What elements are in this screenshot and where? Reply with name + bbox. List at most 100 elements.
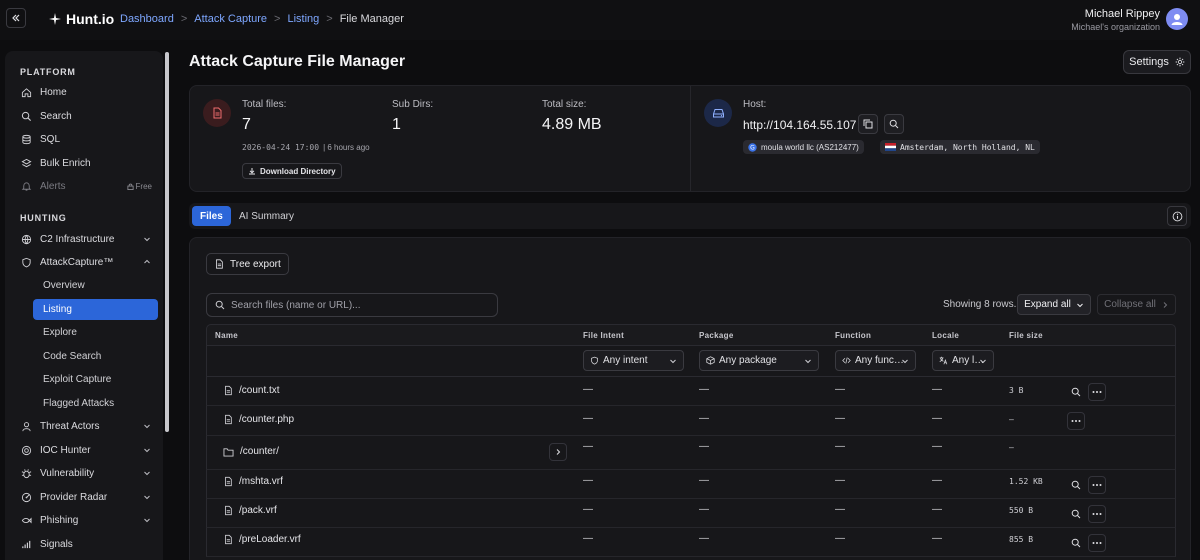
- search-host-button[interactable]: [884, 114, 904, 134]
- sidebar-subitem-explore[interactable]: Explore: [33, 322, 158, 343]
- expand-all-label: Expand all: [1024, 299, 1071, 310]
- search-file-button[interactable]: [1067, 476, 1085, 494]
- chevron-down-icon: [670, 359, 676, 364]
- asn-tag[interactable]: G moula world llc (AS212477): [743, 140, 864, 154]
- file-search-box[interactable]: [206, 293, 498, 317]
- expand-all-button[interactable]: Expand all: [1017, 294, 1091, 315]
- sidebar-scrollbar[interactable]: [165, 52, 169, 432]
- intent-cell: —: [583, 533, 593, 544]
- column-header-locale[interactable]: Locale: [932, 331, 959, 340]
- search-file-button[interactable]: [1067, 383, 1085, 401]
- breadcrumb-attack-capture[interactable]: Attack Capture: [194, 13, 267, 25]
- locale-cell: —: [932, 475, 942, 486]
- tab-ai-summary[interactable]: AI Summary: [231, 206, 302, 226]
- sidebar-item-provider-radar[interactable]: Provider Radar: [13, 487, 158, 507]
- table-row[interactable]: /counter/ — — — — —: [206, 436, 1176, 470]
- sidebar-subitem-overview[interactable]: Overview: [33, 275, 158, 296]
- sidebar-item-attackcapture[interactable]: AttackCapture™: [13, 252, 158, 272]
- sidebar-subitem-flagged-attacks[interactable]: Flagged Attacks: [33, 393, 158, 414]
- sidebar-item-ioc-hunter[interactable]: IOC Hunter: [13, 440, 158, 460]
- table-row[interactable]: /counter.php — — — — —: [206, 406, 1176, 436]
- avatar[interactable]: [1166, 8, 1188, 30]
- sidebar-item-alerts[interactable]: Alerts Free: [13, 176, 158, 196]
- function-filter[interactable]: Any func…: [835, 350, 916, 371]
- sidebar-item-home[interactable]: Home: [13, 82, 158, 102]
- package-filter[interactable]: Any package: [699, 350, 819, 371]
- sidebar-item-sql[interactable]: SQL: [13, 129, 158, 149]
- expand-folder-button[interactable]: [549, 443, 567, 461]
- sidebar-subitem-exploit-capture[interactable]: Exploit Capture: [33, 369, 158, 390]
- tab-files[interactable]: Files: [192, 206, 231, 226]
- chevron-down-icon: [980, 359, 986, 364]
- column-header-function[interactable]: Function: [835, 331, 871, 340]
- sidebar-subitem-listing[interactable]: Listing: [33, 299, 158, 320]
- settings-button[interactable]: Settings: [1123, 50, 1191, 74]
- more-options-button[interactable]: [1088, 383, 1106, 401]
- code-icon: [842, 357, 851, 364]
- search-file-button[interactable]: [1067, 534, 1085, 552]
- more-options-button[interactable]: [1067, 412, 1085, 430]
- file-icon: [225, 505, 232, 516]
- chevron-right-icon: [1163, 301, 1168, 308]
- chevron-up-icon: [144, 259, 150, 264]
- more-options-button[interactable]: [1088, 505, 1106, 523]
- sidebar-item-phishing[interactable]: Phishing: [13, 510, 158, 530]
- folder-name-cell[interactable]: /counter/: [223, 446, 279, 457]
- package-cell: —: [699, 533, 709, 544]
- search-file-button[interactable]: [1067, 505, 1085, 523]
- function-cell: —: [835, 475, 845, 486]
- more-options-button[interactable]: [1088, 534, 1106, 552]
- host-stat-icon-wrap: [704, 99, 732, 127]
- sidebar-item-signals[interactable]: Signals: [13, 534, 158, 554]
- info-button[interactable]: [1167, 206, 1187, 226]
- table-row[interactable]: /mshta.vrf — — — — 1.52 KB: [206, 470, 1176, 499]
- column-header-file-size[interactable]: File size: [1009, 331, 1043, 340]
- file-name-cell[interactable]: /count.txt: [223, 385, 280, 396]
- sidebar-item-vulnerability[interactable]: Vulnerability: [13, 463, 158, 483]
- target-icon: [20, 444, 32, 456]
- file-name-cell[interactable]: /pack.vrf: [223, 505, 277, 516]
- file-name-cell[interactable]: /mshta.vrf: [223, 476, 283, 487]
- intent-filter[interactable]: Any intent: [583, 350, 684, 371]
- sidebar-item-bulk-enrich[interactable]: Bulk Enrich: [13, 153, 158, 173]
- stats-card: Total files: 7 Sub Dirs: 1 Total size: 4…: [189, 85, 1191, 192]
- svg-text:G: G: [750, 144, 755, 151]
- more-options-button[interactable]: [1088, 476, 1106, 494]
- table-row[interactable]: /count.txt — — — — 3 B: [206, 377, 1176, 406]
- breadcrumb-listing[interactable]: Listing: [287, 13, 319, 25]
- sidebar-subitem-code-search[interactable]: Code Search: [33, 346, 158, 367]
- host-value[interactable]: http://104.164.55.107: [743, 118, 856, 132]
- locale-cell: —: [932, 504, 942, 515]
- table-row[interactable]: /pack.vrf — — — — 550 B: [206, 499, 1176, 528]
- breadcrumb-dashboard[interactable]: Dashboard: [120, 13, 174, 25]
- column-header-name[interactable]: Name: [215, 331, 238, 340]
- location-tag[interactable]: Amsterdam, North Holland, NL: [880, 140, 1040, 154]
- collapse-all-button[interactable]: Collapse all: [1097, 294, 1176, 315]
- package-icon: [706, 356, 715, 365]
- table-row[interactable]: /preLoader.vrf — — — — 855 B: [206, 528, 1176, 557]
- file-size-cell: —: [1009, 443, 1014, 452]
- lock-icon: [126, 183, 134, 190]
- sidebar-item-c2-infrastructure[interactable]: C2 Infrastructure: [13, 229, 158, 249]
- sidebar-item-search[interactable]: Search: [13, 106, 158, 126]
- locale-cell: —: [932, 413, 942, 424]
- function-cell: —: [835, 533, 845, 544]
- column-header-package[interactable]: Package: [699, 331, 734, 340]
- collapse-sidebar-button[interactable]: [6, 8, 26, 28]
- files-card: Tree export Showing 8 rows. Expand all C…: [189, 237, 1191, 560]
- free-badge-label: Free: [135, 181, 152, 191]
- file-name-cell[interactable]: /counter.php: [223, 414, 294, 425]
- file-search-input[interactable]: [231, 299, 481, 311]
- copy-host-button[interactable]: [858, 114, 878, 134]
- locale-filter[interactable]: Any l…: [932, 350, 994, 371]
- download-directory-button[interactable]: Download Directory: [242, 163, 342, 179]
- tree-export-button[interactable]: Tree export: [206, 253, 289, 275]
- package-cell: —: [699, 384, 709, 395]
- app-logo[interactable]: Hunt.io: [48, 11, 114, 27]
- file-name-cell[interactable]: /preLoader.vrf: [223, 534, 301, 545]
- sidebar-item-threat-actors[interactable]: Threat Actors: [13, 416, 158, 436]
- user-info[interactable]: Michael Rippey Michael's organization: [1071, 8, 1160, 32]
- sidebar-item-label: Home: [40, 86, 67, 98]
- file-icon: [216, 259, 223, 269]
- column-header-file-intent[interactable]: File Intent: [583, 331, 624, 340]
